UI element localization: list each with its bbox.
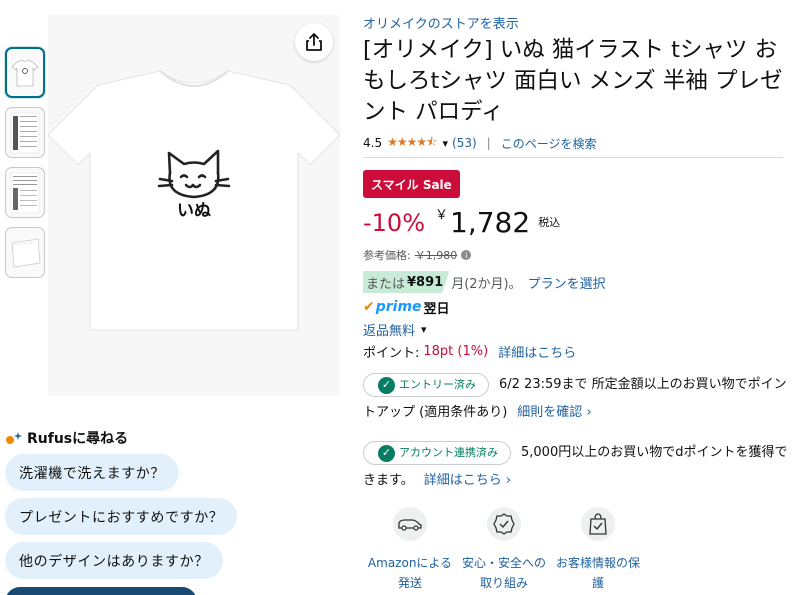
currency-symbol: ￥ — [435, 208, 449, 223]
share-icon — [306, 33, 322, 51]
price-amount: 1,782 — [450, 206, 531, 239]
rufus-question-2[interactable]: プレゼントにおすすめですか？ — [5, 498, 238, 535]
trust-features: Amazonによる発送 安心・安全への取り組み お客様情報の保護 — [363, 507, 783, 593]
sale-badge: スマイル Sale — [363, 170, 460, 198]
feature-safety[interactable]: 安心・安全への取り組み — [457, 507, 551, 593]
installment-suffix: 月(2か月)。 — [451, 276, 522, 292]
check-circle-icon: ✓ — [378, 444, 395, 462]
account-status-label: アカウント連携済み — [399, 446, 498, 459]
divider — [363, 157, 783, 158]
separator: | — [486, 136, 491, 150]
feature-label[interactable]: 安心・安全への取り組み — [457, 553, 551, 593]
campaign-account: ✓ アカウント連携済み 5,000円以上のお買い物でdポイントを獲得できます。詳… — [363, 439, 788, 495]
thumbnail-strip — [5, 47, 45, 287]
search-page-link[interactable]: このページを検索 — [501, 135, 597, 152]
check-circle-icon: ✓ — [378, 376, 395, 394]
account-status-badge: ✓ アカウント連携済み — [363, 441, 511, 465]
rufus-title: Rufusに尋ねる — [27, 431, 129, 447]
installment-amount: ¥891 — [407, 274, 444, 290]
thumbnail-sizechart-1[interactable] — [5, 107, 45, 158]
reference-price: ￥1,980 — [414, 249, 458, 262]
campaign-account-link[interactable]: 詳細はこちら › — [424, 473, 511, 488]
info-icon[interactable]: i — [461, 250, 472, 260]
rufus-ask-button[interactable] — [5, 587, 197, 595]
rating-count-link[interactable]: (53) — [452, 136, 477, 150]
share-button[interactable] — [295, 23, 333, 61]
rufus-sparkle-icon — [6, 432, 22, 444]
feature-label[interactable]: お客様情報の保護 — [551, 553, 645, 593]
rufus-heading: Rufusに尋ねる — [5, 428, 128, 448]
entry-status-badge: ✓ エントリー済み — [363, 373, 489, 397]
campaign-entry: ✓ エントリー済み 6/2 23:59まで 所定金額以上のお買い物でポイントアッ… — [363, 371, 788, 427]
product-main-image[interactable]: いぬ — [47, 15, 341, 396]
tax-label: 税込 — [538, 216, 561, 229]
free-returns-link[interactable]: 返品無料 — [363, 320, 415, 339]
secure-bag-icon — [581, 507, 615, 541]
tshirt-illustration: いぬ — [47, 70, 341, 331]
points-value: 18pt (1%) — [423, 344, 489, 359]
thumbnail-folded[interactable] — [5, 227, 45, 278]
feature-amazon-shipping[interactable]: Amazonによる発送 — [363, 507, 457, 593]
discount-percent: -10% — [363, 209, 426, 237]
delivery-van-icon — [393, 507, 427, 541]
campaign-entry-link[interactable]: 細則を確認 › — [517, 405, 591, 420]
select-plan-link[interactable]: プランを選択 — [528, 273, 606, 292]
installment-highlight: または ¥891 — [363, 271, 450, 293]
points-row: ポイント: 18pt (1%) 詳細はこちら — [363, 342, 576, 361]
safety-badge-icon — [487, 507, 521, 541]
reference-price-label: 参考価格: — [363, 249, 411, 262]
rufus-question-1[interactable]: 洗濯機で洗えますか？ — [5, 454, 179, 491]
rating-row: 4.5 ★★★★⯪ ▾ (53) | このページを検索 — [363, 134, 596, 152]
prime-check-icon: ✔ — [363, 299, 375, 315]
thumbnail-sizechart-2[interactable] — [5, 167, 45, 218]
thumbnail-front[interactable] — [5, 47, 45, 98]
chevron-down-icon[interactable]: ▾ — [443, 137, 449, 150]
shirt-print-text: いぬ — [177, 201, 211, 221]
prime-logo: prime — [375, 299, 422, 315]
points-details-link[interactable]: 詳細はこちら — [498, 342, 576, 361]
feature-privacy[interactable]: お客様情報の保護 — [551, 507, 645, 593]
prime-delivery-row: ✔ prime 翌日 — [363, 298, 450, 317]
price-row: -10% ￥ 1,782 税込 — [363, 204, 560, 244]
feature-label[interactable]: Amazonによる発送 — [363, 553, 457, 593]
star-rating-icon[interactable]: ★★★★⯪ — [387, 133, 437, 154]
free-returns-row[interactable]: 返品無料 ▾ — [363, 320, 427, 339]
reference-price-row: 参考価格: ￥1,980 i — [363, 247, 472, 263]
rating-value: 4.5 — [363, 136, 383, 150]
rufus-question-3[interactable]: 他のデザインはありますか？ — [5, 542, 223, 579]
product-title: [オリメイク] いぬ 猫イラスト tシャツ おもしろtシャツ 面白い メンズ 半… — [363, 37, 783, 125]
installment-row: または ¥891 月(2か月)。 プランを選択 — [363, 271, 606, 293]
entry-status-label: エントリー済み — [399, 378, 476, 391]
prime-delivery-day: 翌日 — [423, 301, 450, 317]
installment-prefix: または — [366, 276, 406, 292]
chevron-down-icon[interactable]: ▾ — [421, 323, 427, 336]
store-link[interactable]: オリメイクのストアを表示 — [363, 13, 519, 32]
points-label: ポイント: — [363, 346, 420, 361]
